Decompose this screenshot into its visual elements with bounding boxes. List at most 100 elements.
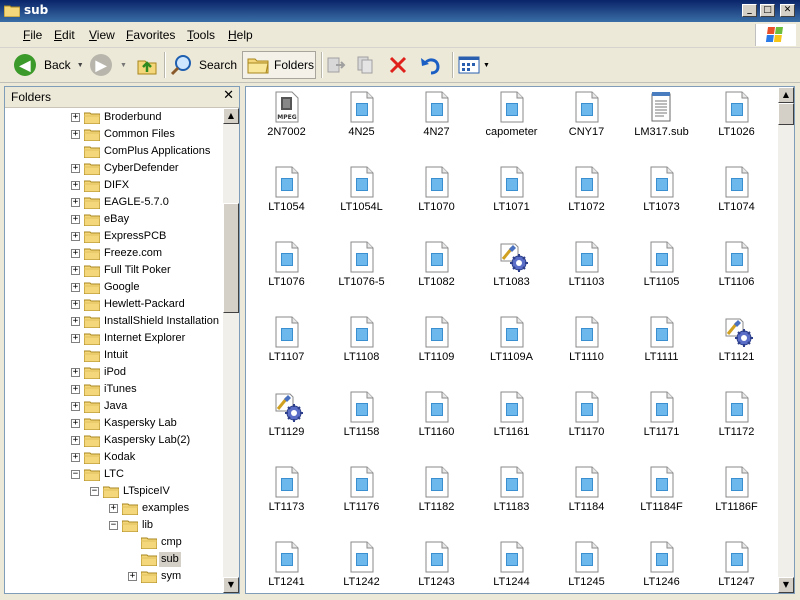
- tree-item[interactable]: + Freeze.com: [5, 245, 223, 262]
- scroll-down-button[interactable]: ▼: [223, 577, 239, 593]
- file-item[interactable]: LT1244: [474, 538, 549, 593]
- tree-item[interactable]: + ExpressPCB: [5, 228, 223, 245]
- file-item[interactable]: LT1109: [399, 313, 474, 388]
- collapse-icon[interactable]: −: [109, 521, 118, 530]
- expand-icon[interactable]: +: [71, 368, 80, 377]
- expand-icon[interactable]: +: [71, 249, 80, 258]
- expand-icon[interactable]: +: [71, 232, 80, 241]
- file-item[interactable]: LT1072: [549, 163, 624, 238]
- tree-item[interactable]: + eBay: [5, 211, 223, 228]
- menu-file[interactable]: File: [23, 28, 42, 42]
- tree-item[interactable]: + sym: [5, 568, 223, 585]
- tree-item[interactable]: + Broderbund: [5, 109, 223, 126]
- file-item[interactable]: LT1182: [399, 463, 474, 538]
- tree-item[interactable]: sub: [5, 551, 223, 568]
- file-item[interactable]: LT1071: [474, 163, 549, 238]
- forward-dropdown-icon[interactable]: ▼: [120, 62, 127, 69]
- file-item[interactable]: capometer: [474, 88, 549, 163]
- menu-help[interactable]: Help: [228, 28, 253, 42]
- file-item[interactable]: LT1082: [399, 238, 474, 313]
- expand-icon[interactable]: +: [71, 300, 80, 309]
- file-item[interactable]: LT1074: [699, 163, 774, 238]
- file-item[interactable]: LT1160: [399, 388, 474, 463]
- file-item[interactable]: LT1110: [549, 313, 624, 388]
- back-button[interactable]: ◀ Back ▼: [14, 51, 92, 79]
- tree-item[interactable]: Intuit: [5, 347, 223, 364]
- file-item[interactable]: LT1158: [324, 388, 399, 463]
- folder-tree-scrollbar[interactable]: ▲ ▼: [223, 108, 239, 593]
- scroll-thumb[interactable]: [223, 203, 239, 313]
- file-item[interactable]: LT1129: [249, 388, 324, 463]
- tree-item[interactable]: + Common Files: [5, 126, 223, 143]
- file-item[interactable]: LT1106: [699, 238, 774, 313]
- expand-icon[interactable]: +: [71, 402, 80, 411]
- file-item[interactable]: LT1184: [549, 463, 624, 538]
- file-item[interactable]: LT1054: [249, 163, 324, 238]
- collapse-icon[interactable]: −: [71, 470, 80, 479]
- tree-item[interactable]: + Kodak: [5, 449, 223, 466]
- scroll-thumb[interactable]: [778, 103, 794, 125]
- views-button[interactable]: ▼: [458, 51, 492, 79]
- file-item[interactable]: LT1026: [699, 88, 774, 163]
- collapse-icon[interactable]: −: [90, 487, 99, 496]
- expand-icon[interactable]: +: [128, 572, 137, 581]
- scroll-down-button[interactable]: ▼: [778, 577, 794, 593]
- close-icon[interactable]: ✕: [223, 88, 234, 103]
- expand-icon[interactable]: +: [71, 385, 80, 394]
- move-to-button[interactable]: [326, 51, 350, 79]
- title-bar[interactable]: sub _ □ ✕: [0, 0, 800, 22]
- tree-item[interactable]: − LTC: [5, 466, 223, 483]
- file-item[interactable]: 4N25: [324, 88, 399, 163]
- file-item[interactable]: LT1076-5: [324, 238, 399, 313]
- tree-item[interactable]: + Full Tilt Poker: [5, 262, 223, 279]
- expand-icon[interactable]: +: [71, 198, 80, 207]
- tree-item[interactable]: + InstallShield Installation Information: [5, 313, 223, 330]
- tree-item[interactable]: + CyberDefender: [5, 160, 223, 177]
- file-item[interactable]: LT1070: [399, 163, 474, 238]
- tree-item[interactable]: − LTspiceIV: [5, 483, 223, 500]
- expand-icon[interactable]: +: [71, 266, 80, 275]
- tree-item[interactable]: + iTunes: [5, 381, 223, 398]
- file-item[interactable]: LT1246: [624, 538, 699, 593]
- maximize-button[interactable]: □: [760, 4, 775, 17]
- expand-icon[interactable]: +: [71, 317, 80, 326]
- tree-item[interactable]: + Hewlett-Packard: [5, 296, 223, 313]
- file-list-scrollbar[interactable]: ▲ ▼: [778, 87, 794, 593]
- expand-icon[interactable]: +: [71, 419, 80, 428]
- search-button[interactable]: Search: [170, 51, 240, 79]
- file-item[interactable]: LT1245: [549, 538, 624, 593]
- file-item[interactable]: LT1107: [249, 313, 324, 388]
- file-item[interactable]: LT1054L: [324, 163, 399, 238]
- file-item[interactable]: LT1243: [399, 538, 474, 593]
- expand-icon[interactable]: +: [71, 181, 80, 190]
- expand-icon[interactable]: +: [71, 164, 80, 173]
- expand-icon[interactable]: +: [71, 453, 80, 462]
- file-item[interactable]: LT1109A: [474, 313, 549, 388]
- tree-item[interactable]: + EAGLE-5.7.0: [5, 194, 223, 211]
- scroll-up-button[interactable]: ▲: [223, 108, 239, 124]
- file-item[interactable]: LT1170: [549, 388, 624, 463]
- forward-button[interactable]: ▶ ▼: [90, 51, 130, 79]
- file-item[interactable]: LT1073: [624, 163, 699, 238]
- file-item[interactable]: LT1103: [549, 238, 624, 313]
- file-item[interactable]: LT1108: [324, 313, 399, 388]
- file-item[interactable]: LT1172: [699, 388, 774, 463]
- menu-edit[interactable]: Edit: [54, 28, 75, 42]
- tree-item[interactable]: + Google: [5, 279, 223, 296]
- file-item[interactable]: 4N27: [399, 88, 474, 163]
- up-folder-button[interactable]: [136, 51, 160, 79]
- file-item[interactable]: LT1241: [249, 538, 324, 593]
- tree-item[interactable]: cmp: [5, 534, 223, 551]
- file-item[interactable]: LT1247: [699, 538, 774, 593]
- file-item[interactable]: LT1186F: [699, 463, 774, 538]
- undo-button[interactable]: [420, 51, 444, 79]
- close-button[interactable]: ✕: [780, 4, 795, 17]
- tree-item[interactable]: + examples: [5, 500, 223, 517]
- file-item[interactable]: LT1176: [324, 463, 399, 538]
- file-item[interactable]: CNY17: [549, 88, 624, 163]
- tree-item[interactable]: ComPlus Applications: [5, 143, 223, 160]
- file-item[interactable]: LT1121: [699, 313, 774, 388]
- expand-icon[interactable]: +: [71, 283, 80, 292]
- folders-button[interactable]: Folders: [242, 51, 316, 79]
- file-item[interactable]: LT1184F: [624, 463, 699, 538]
